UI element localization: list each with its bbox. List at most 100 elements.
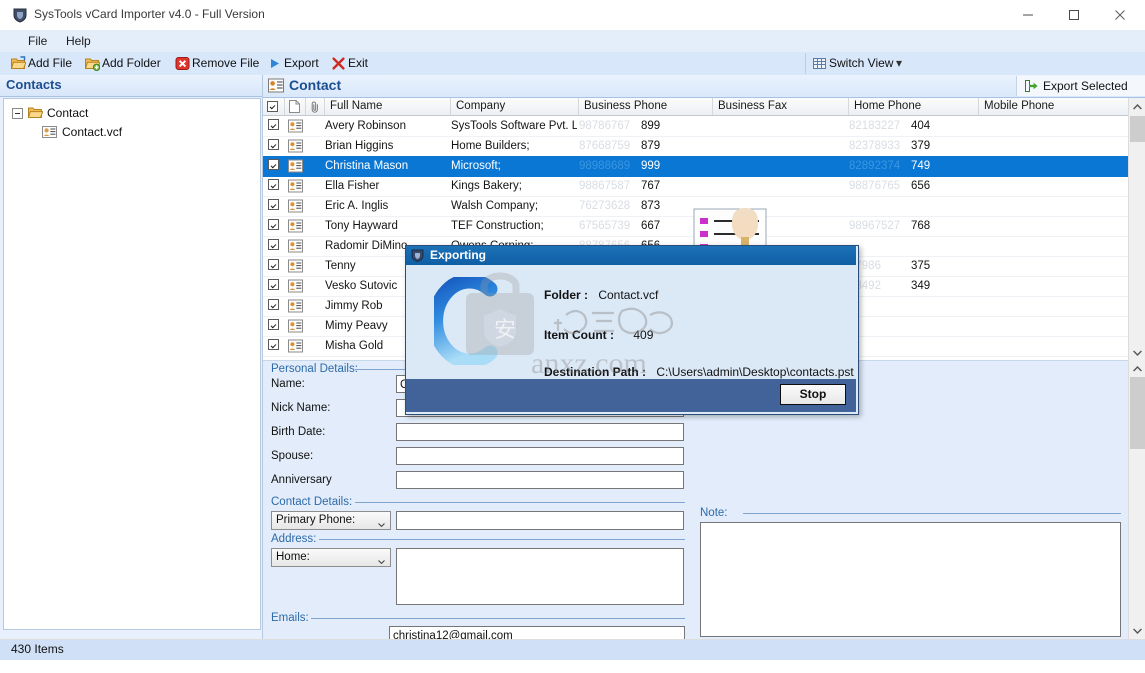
tree-expander-icon[interactable] bbox=[12, 108, 23, 119]
birth-date-label: Birth Date: bbox=[271, 426, 326, 438]
cell-home-phone-prefix: 82183227 bbox=[849, 120, 901, 132]
row-checkbox[interactable] bbox=[268, 319, 279, 330]
row-checkbox[interactable] bbox=[268, 279, 279, 290]
menu-bar: File Help bbox=[0, 30, 1145, 53]
stop-button[interactable]: Stop bbox=[780, 384, 846, 405]
column-header-selectall[interactable] bbox=[263, 98, 285, 115]
contact-card-icon bbox=[288, 259, 303, 273]
loading-spinner-icon bbox=[428, 273, 512, 369]
address-field[interactable] bbox=[396, 548, 684, 605]
emails-group-label: Emails: bbox=[271, 612, 309, 624]
app-logo-icon bbox=[12, 7, 28, 23]
detail-scroll-thumb[interactable] bbox=[1130, 377, 1145, 449]
folder-tree[interactable]: Contact Contact.vcf bbox=[3, 98, 261, 630]
scroll-down-arrow-icon[interactable] bbox=[1129, 344, 1145, 361]
scroll-up-arrow-icon[interactable] bbox=[1129, 98, 1145, 115]
cell-home-phone: 749 bbox=[911, 160, 931, 172]
row-checkbox[interactable] bbox=[268, 259, 279, 270]
export-button[interactable]: Export bbox=[267, 55, 329, 72]
birth-date-field[interactable] bbox=[396, 423, 684, 441]
column-header-business-phone[interactable]: Business Phone bbox=[579, 98, 713, 115]
row-checkbox[interactable] bbox=[268, 119, 279, 130]
remove-file-button[interactable]: Remove File bbox=[175, 55, 264, 72]
grid-view-icon bbox=[812, 56, 827, 71]
spouse-field[interactable] bbox=[396, 447, 684, 465]
table-row[interactable]: Christina Mason Microsoft; 98988689 999 8289… bbox=[263, 156, 1129, 177]
cell-full-name: Eric A. Inglis bbox=[325, 200, 389, 212]
contact-details-divider bbox=[355, 502, 685, 503]
cell-home-phone: 375 bbox=[911, 260, 931, 272]
cell-home-phone: 768 bbox=[911, 220, 931, 232]
cell-company: Walsh Company; bbox=[451, 200, 539, 212]
detail-vertical-scrollbar[interactable] bbox=[1128, 360, 1145, 639]
row-checkbox[interactable] bbox=[268, 239, 279, 250]
row-checkbox[interactable] bbox=[268, 339, 279, 350]
menu-item-file[interactable]: File bbox=[22, 33, 53, 49]
grid-vertical-scrollbar[interactable] bbox=[1128, 98, 1145, 361]
address-type-select[interactable]: Home: bbox=[271, 548, 391, 567]
column-header-home-phone[interactable]: Home Phone bbox=[849, 98, 979, 115]
dialog-item-count-label: Item Count : bbox=[544, 328, 614, 342]
column-header-company[interactable]: Company bbox=[451, 98, 579, 115]
exporting-dialog[interactable]: Exporting Folder : Contact.vcf Item Coun… bbox=[405, 245, 859, 415]
detail-scroll-down-arrow-icon[interactable] bbox=[1129, 622, 1145, 639]
row-checkbox[interactable] bbox=[268, 199, 279, 210]
main-header: Contact Export Selected bbox=[263, 75, 1145, 97]
exit-button[interactable]: Exit bbox=[331, 55, 381, 72]
cell-business-phone-prefix: 98786767 bbox=[579, 120, 631, 132]
contact-card-icon bbox=[288, 339, 303, 353]
table-row[interactable]: Brian Higgins Home Builders; 87668759 879 82… bbox=[263, 136, 1129, 157]
contact-card-icon bbox=[288, 299, 303, 313]
column-header-type[interactable] bbox=[285, 98, 306, 115]
chevron-down-icon bbox=[378, 555, 385, 565]
menu-item-help[interactable]: Help bbox=[60, 33, 97, 49]
maximize-button[interactable] bbox=[1053, 0, 1099, 30]
row-checkbox[interactable] bbox=[268, 179, 279, 190]
dialog-folder-row: Folder : Contact.vcf bbox=[544, 288, 658, 302]
row-checkbox[interactable] bbox=[268, 299, 279, 310]
status-item-count: 430 Items bbox=[11, 642, 64, 656]
cell-company: Home Builders; bbox=[451, 140, 530, 152]
row-checkbox[interactable] bbox=[268, 139, 279, 150]
column-header-business-fax[interactable]: Business Fax bbox=[713, 98, 849, 115]
add-file-label: Add File bbox=[28, 56, 73, 70]
contact-card-icon bbox=[288, 239, 303, 253]
primary-phone-field[interactable] bbox=[396, 511, 684, 530]
cell-business-phone-prefix: 87668759 bbox=[579, 140, 631, 152]
column-header-attachment[interactable] bbox=[306, 98, 325, 115]
cell-home-phone: 404 bbox=[911, 120, 931, 132]
emails-divider bbox=[311, 618, 685, 619]
anniversary-field[interactable] bbox=[396, 471, 684, 489]
toolbar-separator bbox=[805, 53, 806, 74]
row-checkbox[interactable] bbox=[268, 219, 279, 230]
select-all-checkbox[interactable] bbox=[267, 101, 278, 112]
note-field[interactable] bbox=[700, 522, 1121, 637]
cell-full-name: Christina Mason bbox=[325, 160, 409, 172]
export-selected-button[interactable]: Export Selected bbox=[1016, 76, 1145, 96]
primary-phone-select[interactable]: Primary Phone: bbox=[271, 511, 391, 530]
row-checkbox[interactable] bbox=[268, 159, 279, 170]
contact-card-icon bbox=[42, 125, 57, 139]
switch-view-button[interactable]: Switch View ▾ bbox=[812, 55, 912, 72]
contact-card-icon bbox=[288, 219, 303, 233]
close-button[interactable] bbox=[1099, 0, 1145, 30]
add-folder-button[interactable]: Add Folder bbox=[84, 55, 171, 72]
cell-full-name: Avery Robinson bbox=[325, 120, 406, 132]
detail-scroll-up-arrow-icon[interactable] bbox=[1129, 360, 1145, 377]
table-row[interactable]: Avery Robinson SysTools Software Pvt. Ltd… bbox=[263, 116, 1129, 137]
table-row[interactable]: Ella Fisher Kings Bakery; 98867587 767 98876… bbox=[263, 176, 1129, 197]
cell-business-phone-prefix: 76273628 bbox=[579, 200, 631, 212]
contact-details-group-label: Contact Details: bbox=[271, 496, 353, 508]
cell-home-phone: 349 bbox=[911, 280, 931, 292]
grid-header-row: Full Name Company Business Phone Busines… bbox=[263, 98, 1145, 116]
tree-node-contact-vcf-label: Contact.vcf bbox=[62, 125, 123, 139]
title-bar: SysTools vCard Importer v4.0 - Full Vers… bbox=[0, 0, 1145, 31]
minimize-button[interactable] bbox=[1007, 0, 1053, 30]
grid-scroll-thumb[interactable] bbox=[1130, 116, 1145, 142]
column-header-mobile-phone[interactable]: Mobile Phone bbox=[979, 98, 1129, 115]
sidebar-header: Contacts bbox=[0, 75, 262, 97]
contact-card-icon bbox=[288, 179, 303, 193]
column-header-full-name[interactable]: Full Name bbox=[325, 98, 451, 115]
tree-node-contact-label: Contact bbox=[47, 106, 89, 120]
add-file-button[interactable]: Add File bbox=[10, 55, 81, 72]
